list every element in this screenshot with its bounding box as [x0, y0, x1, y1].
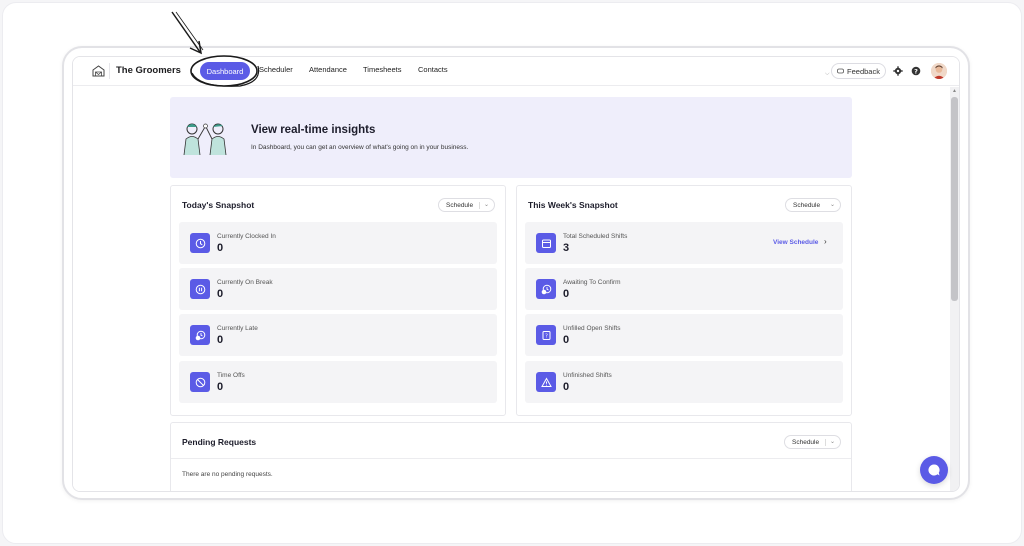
svg-text:?: ? [914, 67, 918, 75]
brand-name: The Groomers [116, 65, 181, 76]
stat-value: 0 [217, 334, 224, 346]
stat-value: 3 [563, 242, 570, 254]
pause-icon [190, 279, 210, 299]
feedback-icon [837, 68, 844, 73]
stat-currently-on-break[interactable]: Currently On Break 0 [179, 268, 497, 310]
scroll-up-icon[interactable]: ▲ [952, 88, 957, 94]
week-dropdown-label: Schedule [793, 201, 821, 209]
chevron-down-icon: ⌄ [829, 202, 835, 208]
calendar-icon [536, 233, 556, 253]
stat-value: 0 [563, 381, 570, 393]
nav-scheduler[interactable]: Scheduler [259, 65, 293, 74]
nav-timesheets[interactable]: Timesheets [363, 65, 402, 74]
today-snapshot-panel: Today's Snapshot Schedule ⌄ Currently Cl… [170, 185, 506, 416]
stat-unfilled-open-shifts[interactable]: ? Unfilled Open Shifts 0 [525, 314, 843, 356]
stat-label: Awaiting To Confirm [563, 279, 621, 286]
dashboard-content: View real-time insights In Dashboard, yo… [73, 87, 949, 491]
chevron-down-icon: ⌄ [829, 439, 835, 445]
stat-value: 0 [217, 242, 224, 254]
brand-divider [109, 63, 110, 79]
today-dropdown-label: Schedule [446, 201, 474, 209]
chevron-down-icon: ⌵ [825, 71, 830, 77]
high-five-illustration-icon [183, 123, 227, 155]
open-shift-icon: ? [536, 325, 556, 345]
stat-label: Unfilled Open Shifts [563, 325, 621, 332]
today-snapshot-title: Today's Snapshot [182, 200, 255, 210]
help-icon[interactable]: ? [911, 66, 921, 76]
pending-divider [171, 458, 851, 459]
avatar-face-icon [931, 63, 947, 79]
stat-label: Time Offs [217, 372, 245, 379]
pending-requests-panel: Pending Requests Schedule ⌄ There are no… [170, 422, 852, 491]
svg-text:?: ? [545, 333, 548, 339]
stat-label: Total Scheduled Shifts [563, 233, 628, 240]
avatar[interactable] [931, 63, 947, 79]
app-window: The Groomers Dashboard Scheduler Attenda… [72, 56, 960, 492]
banner-subtitle: In Dashboard, you can get an overview of… [251, 144, 469, 151]
stat-awaiting-to-confirm[interactable]: Awaiting To Confirm 0 [525, 268, 843, 310]
stat-currently-late[interactable]: Currently Late 0 [179, 314, 497, 356]
awaiting-icon [536, 279, 556, 299]
pending-schedule-dropdown[interactable]: Schedule ⌄ [784, 435, 841, 449]
pending-empty-message: There are no pending requests. [182, 471, 273, 478]
stat-total-scheduled-shifts[interactable]: Total Scheduled Shifts 3 View Schedule › [525, 222, 843, 264]
stat-currently-clocked-in[interactable]: Currently Clocked In 0 [179, 222, 497, 264]
top-navigation-bar: The Groomers Dashboard Scheduler Attenda… [73, 57, 959, 86]
stat-time-offs[interactable]: Time Offs 0 [179, 361, 497, 403]
logo-icon[interactable] [92, 65, 105, 77]
stat-unfinished-shifts[interactable]: Unfinished Shifts 0 [525, 361, 843, 403]
pending-dropdown-label: Schedule [792, 438, 820, 446]
stat-value: 0 [563, 288, 570, 300]
nav-attendance[interactable]: Attendance [309, 65, 347, 74]
insights-banner: View real-time insights In Dashboard, yo… [170, 97, 852, 178]
vertical-scrollbar[interactable]: ▲ [950, 87, 959, 491]
chevron-right-icon[interactable]: › [824, 237, 827, 246]
block-icon [190, 372, 210, 392]
clock-icon [190, 233, 210, 253]
week-snapshot-panel: This Week's Snapshot Schedule ⌄ Total Sc… [516, 185, 852, 416]
feedback-button[interactable]: Feedback [831, 63, 886, 79]
gear-icon[interactable] [893, 66, 903, 76]
stat-value: 0 [217, 381, 224, 393]
chat-icon [928, 464, 940, 476]
stat-label: Currently Late [217, 325, 258, 332]
nav-contacts[interactable]: Contacts [418, 65, 448, 74]
view-schedule-link[interactable]: View Schedule [773, 239, 818, 246]
stat-label: Unfinished Shifts [563, 372, 612, 379]
week-snapshot-title: This Week's Snapshot [528, 200, 618, 210]
week-schedule-dropdown[interactable]: Schedule ⌄ [785, 198, 841, 212]
stat-label: Currently On Break [217, 279, 273, 286]
stat-value: 0 [217, 288, 224, 300]
nav-dashboard[interactable]: Dashboard [200, 62, 250, 80]
warning-icon [536, 372, 556, 392]
chat-support-button[interactable] [920, 456, 948, 484]
late-clock-icon [190, 325, 210, 345]
pending-requests-title: Pending Requests [182, 437, 257, 447]
today-schedule-dropdown[interactable]: Schedule ⌄ [438, 198, 495, 212]
chevron-down-icon: ⌄ [483, 202, 489, 208]
scrollbar-thumb[interactable] [951, 97, 958, 301]
stat-value: 0 [563, 334, 570, 346]
stat-label: Currently Clocked In [217, 233, 276, 240]
banner-title: View real-time insights [251, 124, 376, 136]
feedback-label: Feedback [847, 66, 880, 76]
